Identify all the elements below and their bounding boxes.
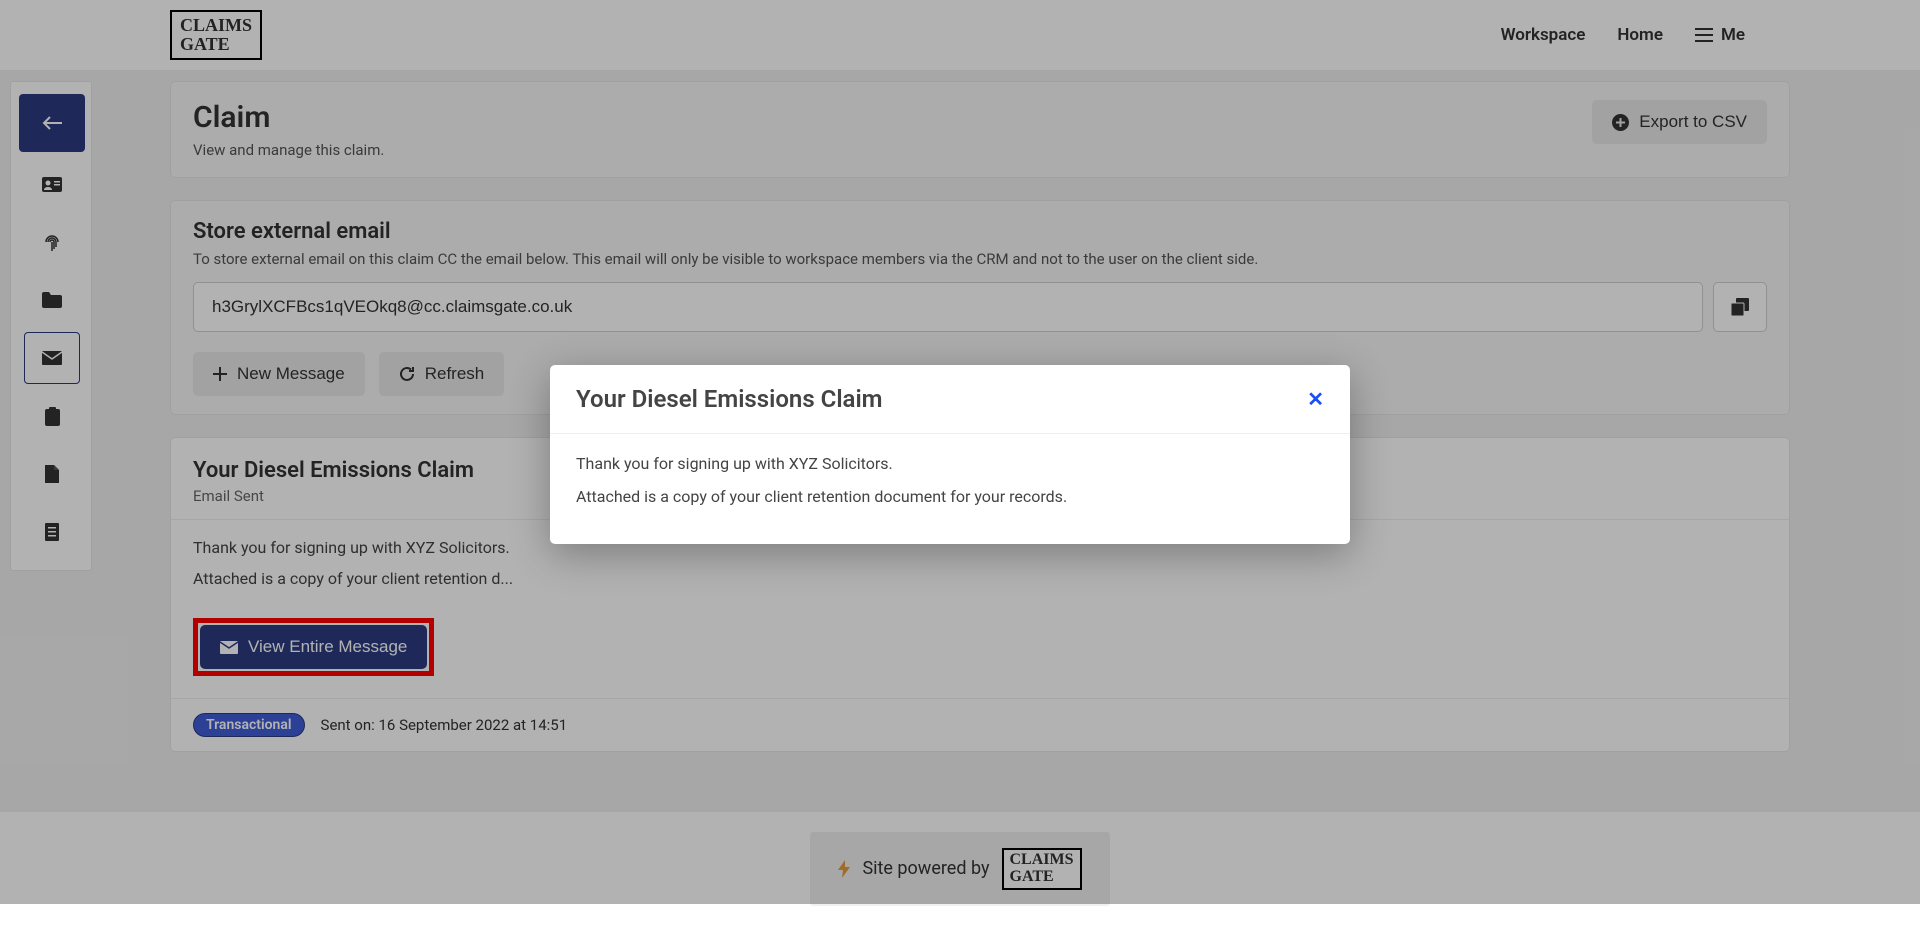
modal-body-line-2: Attached is a copy of your client retent…	[576, 487, 1324, 506]
modal-title: Your Diesel Emissions Claim	[576, 385, 883, 413]
modal-close-button[interactable]: ✕	[1307, 387, 1324, 412]
message-modal: Your Diesel Emissions Claim ✕ Thank you …	[550, 365, 1350, 544]
close-icon: ✕	[1307, 389, 1324, 411]
modal-body-line-1: Thank you for signing up with XYZ Solici…	[576, 454, 1324, 473]
